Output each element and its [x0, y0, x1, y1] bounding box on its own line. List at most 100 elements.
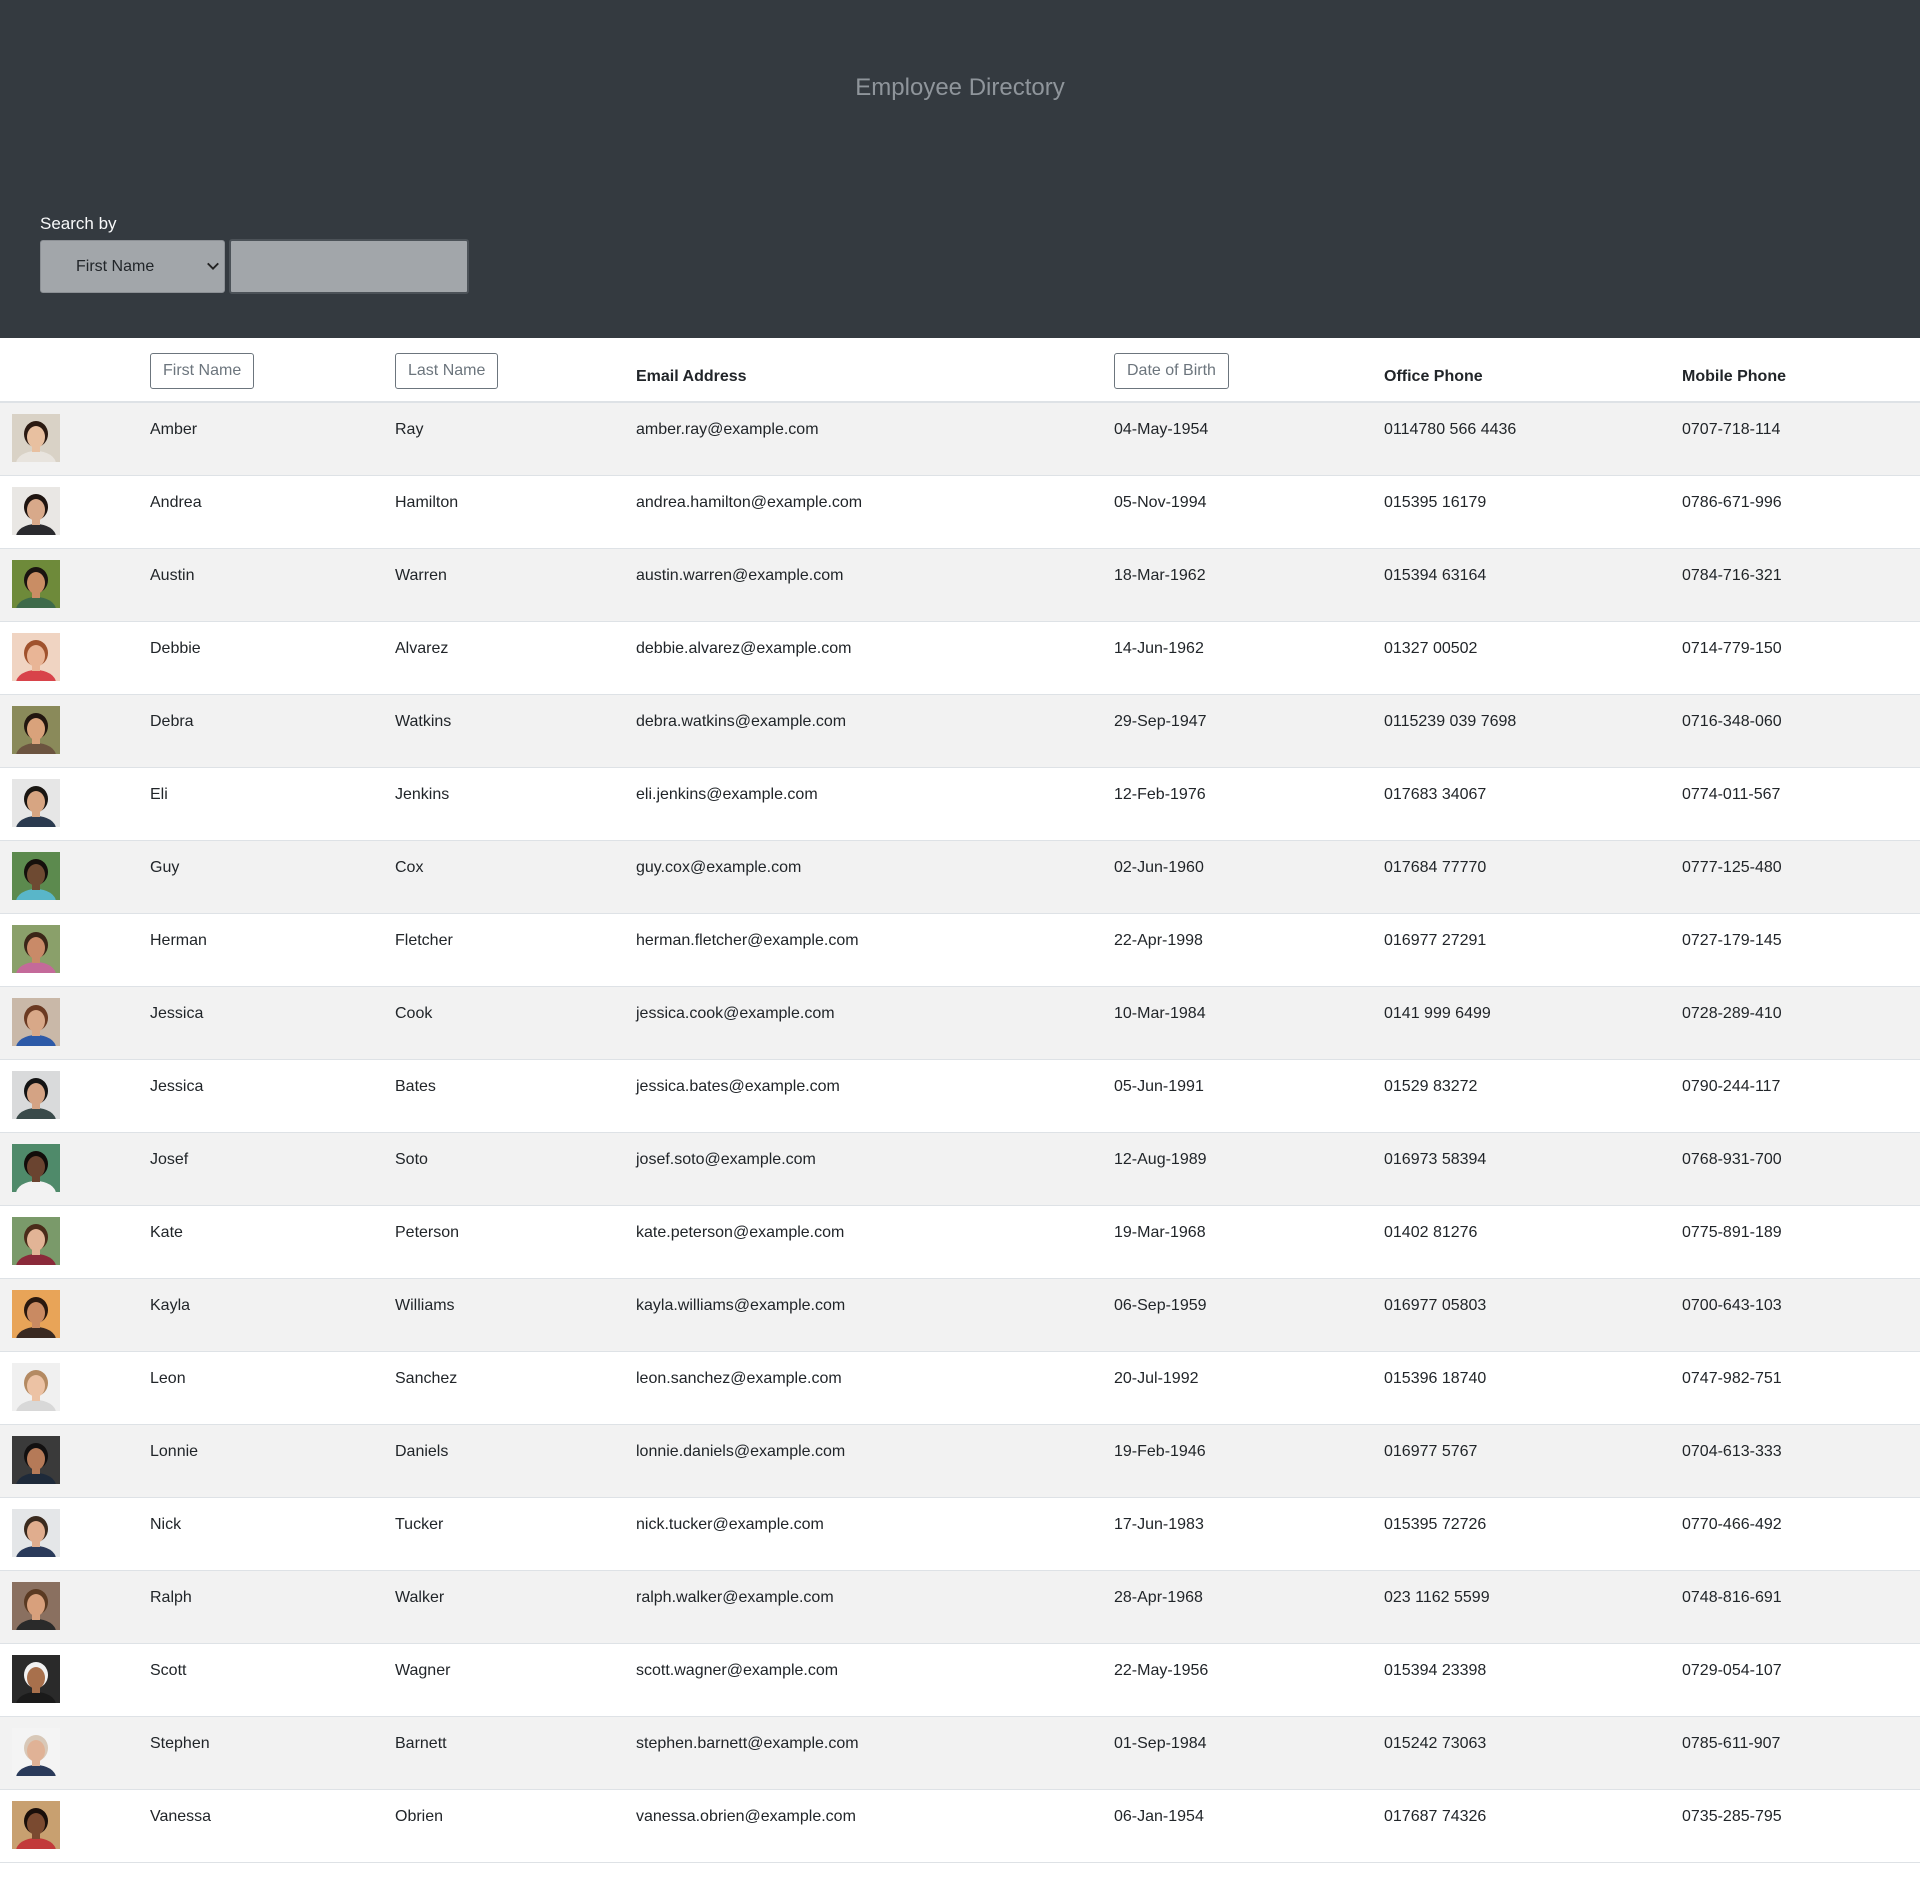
mobile-phone-cell: 0784-716-321 [1682, 566, 1782, 584]
first-name-cell: Guy [150, 858, 180, 876]
avatar [12, 1800, 60, 1849]
mobile-phone-cell: 0700-643-103 [1682, 1296, 1782, 1314]
table-row: Herman Fletcher herman.fletcher@example.co… [0, 913, 1920, 986]
first-name-cell: Amber [150, 421, 198, 438]
avatar-cell [0, 913, 150, 986]
mobile-phone-cell: 0704-613-333 [1682, 1442, 1782, 1460]
table-row: Debbie Alvarez debbie.alvarez@example.com 1… [0, 621, 1920, 694]
header-email-label: Email Address [636, 367, 747, 385]
mobile-phone-cell: 0790-244-117 [1682, 1077, 1781, 1095]
search-input[interactable] [229, 239, 469, 294]
search-field-select[interactable]: First Name [40, 240, 225, 293]
dob-cell: 14-Jun-1962 [1114, 639, 1204, 657]
email-cell: kayla.williams@example.com [636, 1296, 846, 1314]
table-row: Jessica Cook jessica.cook@example.com 10-Ma… [0, 986, 1920, 1059]
email-cell: austin.warren@example.com [636, 566, 844, 584]
first-name-cell: Stephen [150, 1734, 210, 1752]
email-cell: andrea.hamilton@example.com [636, 493, 863, 511]
email-cell: debbie.alvarez@example.com [636, 639, 852, 657]
first-name-cell: Debbie [150, 639, 201, 657]
search-field-select-value: First Name [76, 257, 155, 275]
email-cell: jessica.cook@example.com [636, 1004, 835, 1022]
avatar-photo-icon [12, 1289, 60, 1338]
avatar [12, 1070, 60, 1119]
mobile-phone-cell: 0770-466-492 [1682, 1515, 1782, 1533]
first-name-cell: Debra [150, 712, 194, 730]
table-row: Debra Watkins debra.watkins@example.com 29-… [0, 694, 1920, 767]
avatar-photo-icon [12, 1581, 60, 1630]
avatar [12, 997, 60, 1046]
table-header-row: First Name Last Name Email Address Date … [0, 338, 1920, 402]
table-row: Josef Soto josef.soto@example.com 12-Aug-19… [0, 1132, 1920, 1205]
first-name-cell: Austin [150, 566, 195, 584]
mobile-phone-cell: 0716-348-060 [1682, 712, 1782, 730]
avatar-cell [0, 402, 150, 475]
sort-last-name-button[interactable]: Last Name [395, 352, 499, 389]
dob-cell: 17-Jun-1983 [1114, 1515, 1204, 1533]
sort-dob-button[interactable]: Date of Birth [1114, 352, 1229, 389]
avatar-cell [0, 1351, 150, 1424]
last-name-cell: Cook [395, 1004, 433, 1022]
table-row: Nick Tucker nick.tucker@example.com 17-Jun-… [0, 1497, 1920, 1570]
avatar-cell [0, 1278, 150, 1351]
dob-cell: 19-Feb-1946 [1114, 1442, 1206, 1460]
dob-cell: 22-Apr-1998 [1114, 931, 1203, 949]
avatar [12, 778, 60, 827]
mobile-phone-cell: 0735-285-795 [1682, 1807, 1782, 1825]
avatar [12, 705, 60, 754]
sort-first-name-button[interactable]: First Name [150, 352, 255, 389]
avatar-photo-icon [12, 705, 60, 754]
table-row: Andrea Hamilton andrea.hamilton@example.co… [0, 475, 1920, 548]
first-name-cell: Kayla [150, 1296, 191, 1314]
office-phone-cell: 0115239 039 7698 [1384, 712, 1517, 730]
first-name-cell: Jessica [150, 1004, 204, 1022]
first-name-cell: Josef [150, 1150, 189, 1168]
avatar-cell [0, 1570, 150, 1643]
email-cell: guy.cox@example.com [636, 858, 802, 876]
first-name-cell: Leon [150, 1369, 186, 1387]
avatar [12, 1581, 60, 1630]
avatar-cell [0, 1132, 150, 1205]
last-name-cell: Fletcher [395, 931, 453, 949]
header-mobile-phone-label: Mobile Phone [1682, 367, 1786, 385]
first-name-cell: Scott [150, 1661, 187, 1679]
avatar-cell [0, 1424, 150, 1497]
dob-cell: 05-Jun-1991 [1114, 1077, 1204, 1095]
header-first-name: First Name [150, 338, 395, 402]
office-phone-cell: 01327 00502 [1384, 639, 1478, 657]
avatar-cell [0, 621, 150, 694]
office-phone-cell: 015394 23398 [1384, 1661, 1487, 1679]
table-row: Guy Cox guy.cox@example.com 02-Jun-1960 0176… [0, 840, 1920, 913]
avatar [12, 1216, 60, 1265]
avatar-photo-icon [12, 632, 60, 681]
avatar-cell [0, 1716, 150, 1789]
dob-cell: 28-Apr-1968 [1114, 1588, 1203, 1606]
avatar-cell [0, 840, 150, 913]
dob-cell: 10-Mar-1984 [1114, 1004, 1206, 1022]
avatar-photo-icon [12, 1143, 60, 1192]
dob-cell: 29-Sep-1947 [1114, 712, 1207, 730]
avatar-photo-icon [12, 1508, 60, 1557]
email-cell: herman.fletcher@example.com [636, 931, 859, 949]
dob-cell: 06-Sep-1959 [1114, 1296, 1207, 1314]
header-image [0, 338, 150, 402]
office-phone-cell: 016977 27291 [1384, 931, 1487, 949]
dob-cell: 05-Nov-1994 [1114, 493, 1207, 511]
mobile-phone-cell: 0728-289-410 [1682, 1004, 1782, 1022]
page-header: Employee Directory Search by First Name [0, 0, 1920, 338]
table-row: Kayla Williams kayla.williams@example.com 0… [0, 1278, 1920, 1351]
avatar-photo-icon [12, 1435, 60, 1484]
dob-cell: 19-Mar-1968 [1114, 1223, 1206, 1241]
avatar [12, 486, 60, 535]
table-row: Jessica Bates jessica.bates@example.com 05-… [0, 1059, 1920, 1132]
last-name-cell: Jenkins [395, 785, 450, 803]
first-name-cell: Lonnie [150, 1442, 199, 1460]
office-phone-cell: 016973 58394 [1384, 1150, 1487, 1168]
last-name-cell: Ray [395, 421, 424, 438]
dob-cell: 22-May-1956 [1114, 1661, 1209, 1679]
dob-cell: 18-Mar-1962 [1114, 566, 1206, 584]
first-name-cell: Vanessa [150, 1807, 212, 1825]
dob-cell: 01-Sep-1984 [1114, 1734, 1207, 1752]
mobile-phone-cell: 0714-779-150 [1682, 639, 1782, 657]
office-phone-cell: 016977 05803 [1384, 1296, 1487, 1314]
